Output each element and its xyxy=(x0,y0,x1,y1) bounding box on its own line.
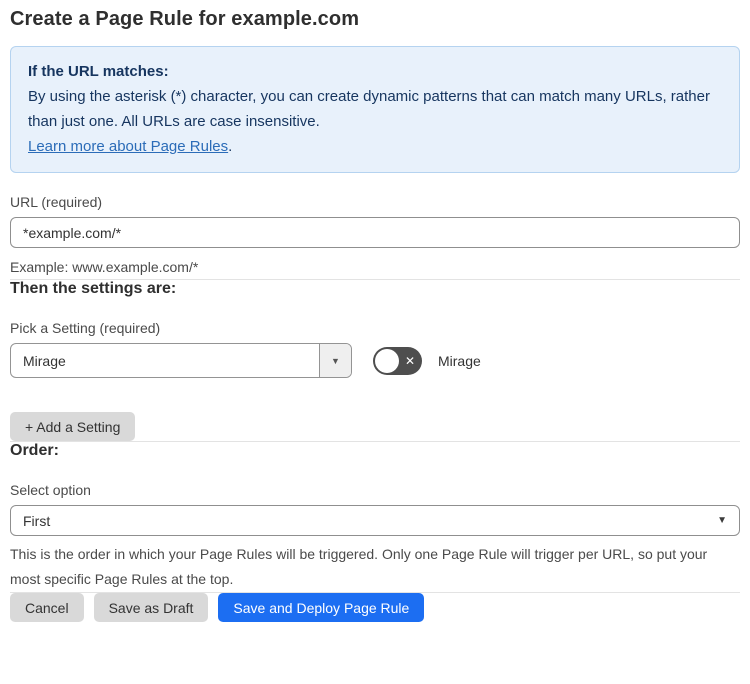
setting-select-arrow-button[interactable]: ▼ xyxy=(319,344,351,377)
pick-setting-label: Pick a Setting (required) xyxy=(10,320,161,336)
learn-more-link[interactable]: Learn more about Page Rules xyxy=(28,138,228,155)
toggle-label: Mirage xyxy=(438,352,481,369)
order-select-value: First xyxy=(23,512,51,529)
url-example-helper: Example: www.example.com/* xyxy=(10,259,199,275)
order-helper-text: This is the order in which your Page Rul… xyxy=(10,546,708,587)
save-as-draft-button[interactable]: Save as Draft xyxy=(93,593,209,622)
setting-row: Mirage ▼ ✕ Mirage xyxy=(10,343,740,378)
order-select[interactable]: First ▼ xyxy=(10,505,740,536)
info-box-body: By using the asterisk (*) character, you… xyxy=(28,88,710,130)
create-page-rule-form: Create a Page Rule for example.com If th… xyxy=(0,0,750,622)
save-and-deploy-button[interactable]: Save and Deploy Page Rule xyxy=(218,593,425,622)
setting-select-value: Mirage xyxy=(23,352,66,369)
add-setting-button[interactable]: + Add a Setting xyxy=(10,412,136,441)
link-suffix: . xyxy=(228,138,233,155)
url-match-info-box: If the URL matches: By using the asteris… xyxy=(10,46,740,173)
info-box-link-line: Learn more about Page Rules. xyxy=(28,134,722,159)
page-title: Create a Page Rule for example.com xyxy=(10,8,360,30)
toggle-off-x-icon: ✕ xyxy=(404,353,415,368)
url-input[interactable] xyxy=(10,217,740,248)
order-section-heading: Order: xyxy=(10,442,59,459)
footer-actions: Cancel Save as Draft Save and Deploy Pag… xyxy=(10,593,740,622)
info-box-heading: If the URL matches: xyxy=(28,63,169,80)
select-option-label: Select option xyxy=(10,482,91,498)
toggle-knob xyxy=(375,348,399,373)
chevron-down-icon: ▼ xyxy=(717,515,727,526)
cancel-button[interactable]: Cancel xyxy=(10,593,84,622)
url-field-label: URL (required) xyxy=(10,194,103,210)
setting-select[interactable]: Mirage ▼ xyxy=(10,343,352,378)
mirage-toggle[interactable]: ✕ xyxy=(373,346,422,375)
chevron-down-icon: ▼ xyxy=(331,355,340,366)
settings-section-heading: Then the settings are: xyxy=(10,280,177,297)
